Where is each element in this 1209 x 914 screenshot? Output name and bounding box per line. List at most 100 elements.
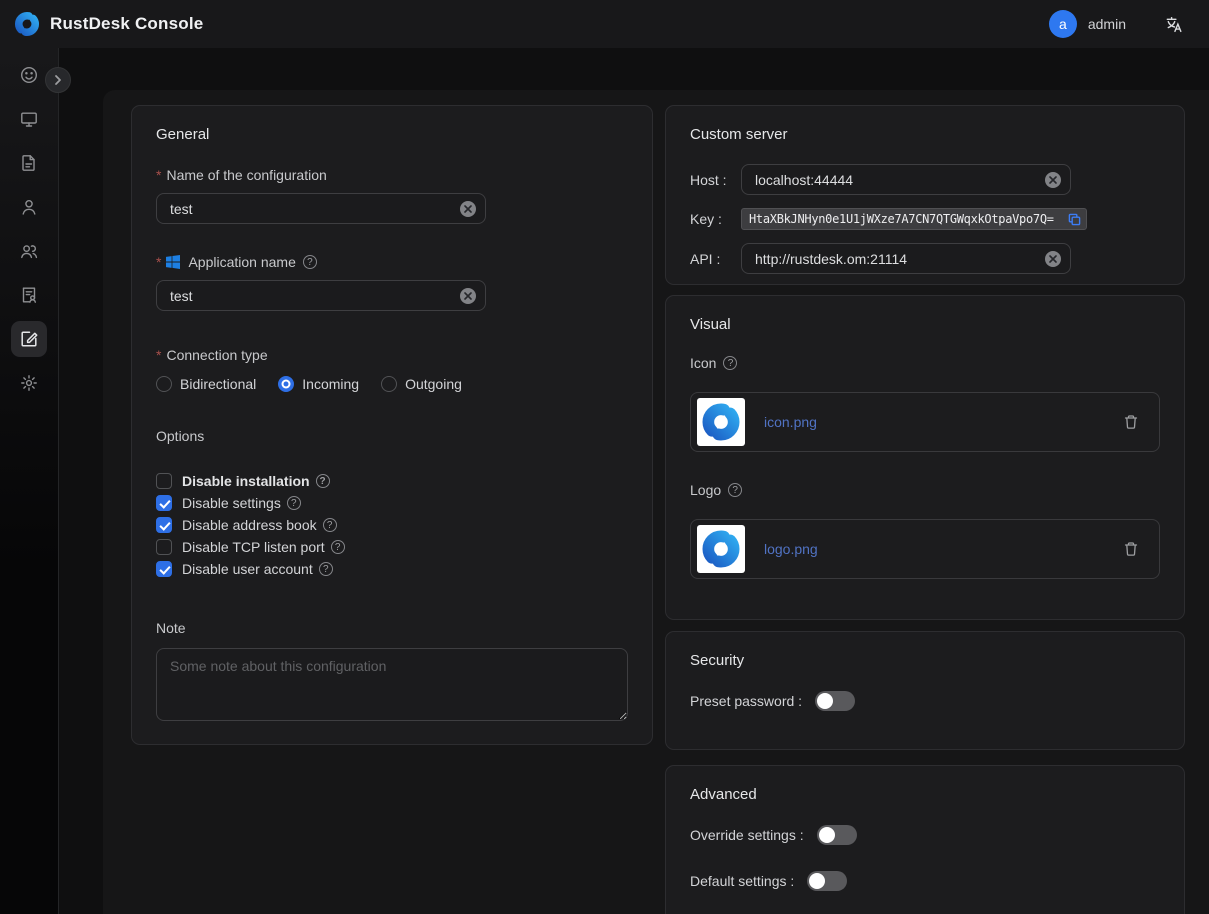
custom-server-title: Custom server: [690, 126, 1160, 143]
topbar: RustDesk Console a admin: [0, 0, 1209, 48]
host-field: [741, 164, 1071, 195]
nav-item-monitor-icon[interactable]: [11, 101, 47, 137]
api-input[interactable]: [741, 243, 1071, 274]
help-icon[interactable]: [323, 518, 337, 532]
visual-card: Visual Icon icon.png: [665, 295, 1185, 620]
app-title: RustDesk Console: [50, 14, 203, 34]
options-label: Options: [156, 428, 628, 444]
config-name-field: [156, 193, 486, 224]
windows-icon: [166, 255, 180, 269]
note-label: Note: [156, 620, 628, 636]
icon-file-box: icon.png: [690, 392, 1160, 452]
option-disable-installation[interactable]: Disable installation: [156, 470, 628, 492]
clear-icon[interactable]: [460, 201, 476, 217]
copy-icon[interactable]: [1068, 213, 1081, 226]
option-disable-tcp-listen-port[interactable]: Disable TCP listen port: [156, 536, 628, 558]
option-disable-settings[interactable]: Disable settings: [156, 492, 628, 514]
checkbox[interactable]: [156, 473, 172, 489]
trash-icon[interactable]: [1123, 541, 1139, 557]
override-settings-row: Override settings :: [690, 825, 1160, 845]
radio-circle[interactable]: [278, 376, 294, 392]
clear-icon[interactable]: [1045, 251, 1061, 267]
override-settings-label: Override settings :: [690, 827, 804, 843]
security-title: Security: [690, 652, 1160, 669]
default-settings-toggle[interactable]: [807, 871, 847, 891]
nav-item-user-group-icon[interactable]: [11, 233, 47, 269]
security-card: Security Preset password :: [665, 631, 1185, 750]
main-panel: General Name of the configuration Applic…: [103, 90, 1209, 914]
preset-password-toggle[interactable]: [815, 691, 855, 711]
radio-incoming[interactable]: Incoming: [278, 376, 359, 392]
api-row: API :: [690, 243, 1160, 274]
app-name-input[interactable]: [156, 280, 486, 311]
preset-password-row: Preset password :: [690, 691, 1160, 711]
avatar[interactable]: a: [1049, 10, 1077, 38]
advanced-title: Advanced: [690, 786, 1160, 803]
option-disable-address-book[interactable]: Disable address book: [156, 514, 628, 536]
key-value: HtaXBkJNHyn0e1U1jWXze7A7CN7QTGWqxkOtpaVp…: [749, 212, 1064, 226]
icon-thumbnail: [697, 398, 745, 446]
api-label: API :: [690, 251, 741, 267]
logo-file-box: logo.png: [690, 519, 1160, 579]
help-icon[interactable]: [723, 356, 737, 370]
advanced-card: Advanced Override settings : Default set…: [665, 765, 1185, 914]
icon-label: Icon: [690, 355, 1160, 371]
host-label: Host :: [690, 172, 741, 188]
logo-label: Logo: [690, 482, 1160, 498]
app-name-field: [156, 280, 486, 311]
checkbox[interactable]: [156, 495, 172, 511]
note-textarea[interactable]: [156, 648, 628, 721]
brand: RustDesk Console: [14, 11, 203, 37]
checkbox[interactable]: [156, 517, 172, 533]
sidebar-expand-button[interactable]: [45, 67, 71, 93]
option-disable-user-account[interactable]: Disable user account: [156, 558, 628, 580]
checkbox[interactable]: [156, 561, 172, 577]
nav-item-edit-icon[interactable]: [11, 321, 47, 357]
default-settings-label: Default settings :: [690, 873, 794, 889]
help-icon[interactable]: [303, 255, 317, 269]
config-name-label: Name of the configuration: [156, 167, 628, 183]
help-icon[interactable]: [319, 562, 333, 576]
key-label: Key :: [690, 211, 741, 227]
host-input[interactable]: [741, 164, 1071, 195]
custom-server-card: Custom server Host : Key : Hta: [665, 105, 1185, 285]
host-row: Host :: [690, 164, 1160, 195]
nav-item-document-icon[interactable]: [11, 145, 47, 181]
help-icon[interactable]: [316, 474, 330, 488]
config-name-input[interactable]: [156, 193, 486, 224]
help-icon[interactable]: [287, 496, 301, 510]
help-icon[interactable]: [331, 540, 345, 554]
visual-title: Visual: [690, 316, 1160, 333]
nav-item-smiley-icon[interactable]: [11, 57, 47, 93]
username[interactable]: admin: [1088, 16, 1126, 32]
nav-item-gear-icon[interactable]: [11, 365, 47, 401]
translate-icon[interactable]: [1164, 15, 1183, 34]
options-list: Disable installation Disable settings Di…: [156, 470, 628, 580]
radio-bidirectional[interactable]: Bidirectional: [156, 376, 256, 392]
trash-icon[interactable]: [1123, 414, 1139, 430]
connection-type-radios: Bidirectional Incoming Outgoing: [156, 376, 628, 392]
checkbox[interactable]: [156, 539, 172, 555]
general-card: General Name of the configuration Applic…: [131, 105, 653, 745]
sidebar: [0, 48, 59, 914]
radio-outgoing[interactable]: Outgoing: [381, 376, 462, 392]
radio-circle[interactable]: [156, 376, 172, 392]
preset-password-label: Preset password :: [690, 693, 802, 709]
help-icon[interactable]: [728, 483, 742, 497]
icon-file-link[interactable]: icon.png: [764, 414, 817, 430]
clear-icon[interactable]: [460, 288, 476, 304]
connection-type-label: Connection type: [156, 347, 628, 363]
default-settings-row: Default settings :: [690, 871, 1160, 891]
rustdesk-logo-icon: [14, 11, 40, 37]
key-row: Key : HtaXBkJNHyn0e1U1jWXze7A7CN7QTGWqxk…: [690, 208, 1160, 230]
logo-file-link[interactable]: logo.png: [764, 541, 818, 557]
override-settings-toggle[interactable]: [817, 825, 857, 845]
clear-icon[interactable]: [1045, 172, 1061, 188]
nav-item-user-icon[interactable]: [11, 189, 47, 225]
logo-thumbnail: [697, 525, 745, 573]
radio-circle[interactable]: [381, 376, 397, 392]
app-name-label: Application name: [156, 254, 628, 270]
key-value-box: HtaXBkJNHyn0e1U1jWXze7A7CN7QTGWqxkOtpaVp…: [741, 208, 1087, 230]
api-field: [741, 243, 1071, 274]
nav-item-document-user-icon[interactable]: [11, 277, 47, 313]
